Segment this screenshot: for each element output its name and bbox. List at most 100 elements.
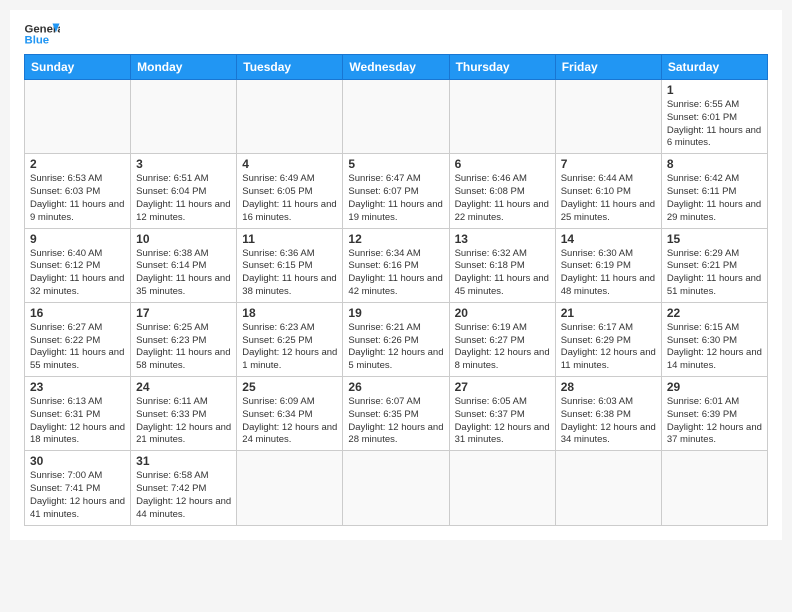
calendar-cell: 10Sunrise: 6:38 AM Sunset: 6:14 PM Dayli… [131,228,237,302]
day-number: 15 [667,232,762,246]
day-number: 22 [667,306,762,320]
calendar-cell [449,451,555,525]
day-info: Sunrise: 6:30 AM Sunset: 6:19 PM Dayligh… [561,248,656,299]
day-number: 25 [242,380,337,394]
logo: General Blue [24,20,60,48]
day-info: Sunrise: 6:19 AM Sunset: 6:27 PM Dayligh… [455,322,550,373]
calendar-cell: 19Sunrise: 6:21 AM Sunset: 6:26 PM Dayli… [343,302,449,376]
calendar-cell: 6 Sunrise: 6:46 AM Sunset: 6:08 PM Daylig… [449,154,555,228]
calendar-cell: 15 Sunrise: 6:29 AM Sunset: 6:21 PM Dayli… [661,228,767,302]
day-info: Sunrise: 6:47 AM Sunset: 6:07 PM Dayligh… [348,173,443,224]
day-info: Sunrise: 6:46 AM Sunset: 6:08 PM Dayligh… [455,173,550,224]
day-info: Sunrise: 6:15 AM Sunset: 6:30 PM Dayligh… [667,322,762,373]
calendar-cell: 1Sunrise: 6:55 AM Sunset: 6:01 PM Daylig… [661,80,767,154]
day-number: 31 [136,454,231,468]
day-number: 12 [348,232,443,246]
day-number: 17 [136,306,231,320]
calendar-cell: 20Sunrise: 6:19 AM Sunset: 6:27 PM Dayli… [449,302,555,376]
calendar-cell: 13Sunrise: 6:32 AM Sunset: 6:18 PM Dayli… [449,228,555,302]
day-number: 5 [348,157,443,171]
calendar-cell: 27 Sunrise: 6:05 AM Sunset: 6:37 PM Dayli… [449,377,555,451]
day-info: Sunrise: 6:49 AM Sunset: 6:05 PM Dayligh… [242,173,337,224]
day-number: 1 [667,83,762,97]
day-number: 30 [30,454,125,468]
calendar-week-row: 9 Sunrise: 6:40 AM Sunset: 6:12 PM Daylig… [25,228,768,302]
calendar-cell: 14Sunrise: 6:30 AM Sunset: 6:19 PM Dayli… [555,228,661,302]
day-info: Sunrise: 6:03 AM Sunset: 6:38 PM Dayligh… [561,396,656,447]
calendar-cell: 2Sunrise: 6:53 AM Sunset: 6:03 PM Daylig… [25,154,131,228]
calendar-cell [555,80,661,154]
calendar-week-row: 23 Sunrise: 6:13 AM Sunset: 6:31 PM Dayli… [25,377,768,451]
calendar-cell: 30 Sunrise: 7:00 AM Sunset: 7:41 PM Dayli… [25,451,131,525]
calendar-cell [661,451,767,525]
day-number: 3 [136,157,231,171]
day-number: 9 [30,232,125,246]
day-info: Sunrise: 6:17 AM Sunset: 6:29 PM Dayligh… [561,322,656,373]
day-number: 21 [561,306,656,320]
weekday-header-sunday: Sunday [25,55,131,80]
calendar-cell: 11Sunrise: 6:36 AM Sunset: 6:15 PM Dayli… [237,228,343,302]
day-number: 13 [455,232,550,246]
day-info: Sunrise: 6:34 AM Sunset: 6:16 PM Dayligh… [348,248,443,299]
calendar-cell: 17 Sunrise: 6:25 AM Sunset: 6:23 PM Dayli… [131,302,237,376]
day-info: Sunrise: 6:44 AM Sunset: 6:10 PM Dayligh… [561,173,656,224]
day-number: 27 [455,380,550,394]
calendar-week-row: 16Sunrise: 6:27 AM Sunset: 6:22 PM Dayli… [25,302,768,376]
calendar-cell [25,80,131,154]
calendar-page: General Blue SundayMondayTuesdayWednesda… [10,10,782,540]
day-number: 11 [242,232,337,246]
calendar-cell [237,451,343,525]
calendar-cell: 24Sunrise: 6:11 AM Sunset: 6:33 PM Dayli… [131,377,237,451]
day-number: 23 [30,380,125,394]
calendar-cell: 21 Sunrise: 6:17 AM Sunset: 6:29 PM Dayli… [555,302,661,376]
calendar-cell [131,80,237,154]
day-number: 24 [136,380,231,394]
day-number: 29 [667,380,762,394]
calendar-cell: 18Sunrise: 6:23 AM Sunset: 6:25 PM Dayli… [237,302,343,376]
calendar-cell: 7Sunrise: 6:44 AM Sunset: 6:10 PM Daylig… [555,154,661,228]
day-info: Sunrise: 6:38 AM Sunset: 6:14 PM Dayligh… [136,248,231,299]
calendar-cell [343,80,449,154]
day-number: 28 [561,380,656,394]
day-info: Sunrise: 6:05 AM Sunset: 6:37 PM Dayligh… [455,396,550,447]
calendar-cell: 26 Sunrise: 6:07 AM Sunset: 6:35 PM Dayli… [343,377,449,451]
calendar-cell: 9 Sunrise: 6:40 AM Sunset: 6:12 PM Daylig… [25,228,131,302]
weekday-header-thursday: Thursday [449,55,555,80]
day-info: Sunrise: 6:42 AM Sunset: 6:11 PM Dayligh… [667,173,762,224]
calendar-cell: 25Sunrise: 6:09 AM Sunset: 6:34 PM Dayli… [237,377,343,451]
day-info: Sunrise: 6:01 AM Sunset: 6:39 PM Dayligh… [667,396,762,447]
calendar-week-row: 30 Sunrise: 7:00 AM Sunset: 7:41 PM Dayli… [25,451,768,525]
day-info: Sunrise: 6:13 AM Sunset: 6:31 PM Dayligh… [30,396,125,447]
day-info: Sunrise: 6:58 AM Sunset: 7:42 PM Dayligh… [136,470,231,521]
calendar-cell: 28 Sunrise: 6:03 AM Sunset: 6:38 PM Dayli… [555,377,661,451]
day-info: Sunrise: 6:21 AM Sunset: 6:26 PM Dayligh… [348,322,443,373]
day-info: Sunrise: 6:51 AM Sunset: 6:04 PM Dayligh… [136,173,231,224]
svg-text:Blue: Blue [25,35,50,47]
generalblue-logo-icon: General Blue [24,20,60,48]
calendar-cell: 31 Sunrise: 6:58 AM Sunset: 7:42 PM Dayli… [131,451,237,525]
day-number: 18 [242,306,337,320]
day-number: 4 [242,157,337,171]
header: General Blue [24,20,768,48]
calendar-cell: 29 Sunrise: 6:01 AM Sunset: 6:39 PM Dayli… [661,377,767,451]
calendar-week-row: 2Sunrise: 6:53 AM Sunset: 6:03 PM Daylig… [25,154,768,228]
day-info: Sunrise: 6:40 AM Sunset: 6:12 PM Dayligh… [30,248,125,299]
day-info: Sunrise: 6:29 AM Sunset: 6:21 PM Dayligh… [667,248,762,299]
calendar-week-row: 1Sunrise: 6:55 AM Sunset: 6:01 PM Daylig… [25,80,768,154]
day-number: 26 [348,380,443,394]
day-number: 6 [455,157,550,171]
calendar-cell [449,80,555,154]
day-info: Sunrise: 6:25 AM Sunset: 6:23 PM Dayligh… [136,322,231,373]
weekday-header-friday: Friday [555,55,661,80]
day-info: Sunrise: 6:07 AM Sunset: 6:35 PM Dayligh… [348,396,443,447]
weekday-header-tuesday: Tuesday [237,55,343,80]
calendar-cell: 3 Sunrise: 6:51 AM Sunset: 6:04 PM Daylig… [131,154,237,228]
calendar-cell: 22 Sunrise: 6:15 AM Sunset: 6:30 PM Dayli… [661,302,767,376]
day-number: 16 [30,306,125,320]
calendar-cell [237,80,343,154]
day-info: Sunrise: 7:00 AM Sunset: 7:41 PM Dayligh… [30,470,125,521]
day-number: 2 [30,157,125,171]
calendar-cell: 8Sunrise: 6:42 AM Sunset: 6:11 PM Daylig… [661,154,767,228]
calendar-cell: 5 Sunrise: 6:47 AM Sunset: 6:07 PM Daylig… [343,154,449,228]
calendar-cell: 4 Sunrise: 6:49 AM Sunset: 6:05 PM Daylig… [237,154,343,228]
